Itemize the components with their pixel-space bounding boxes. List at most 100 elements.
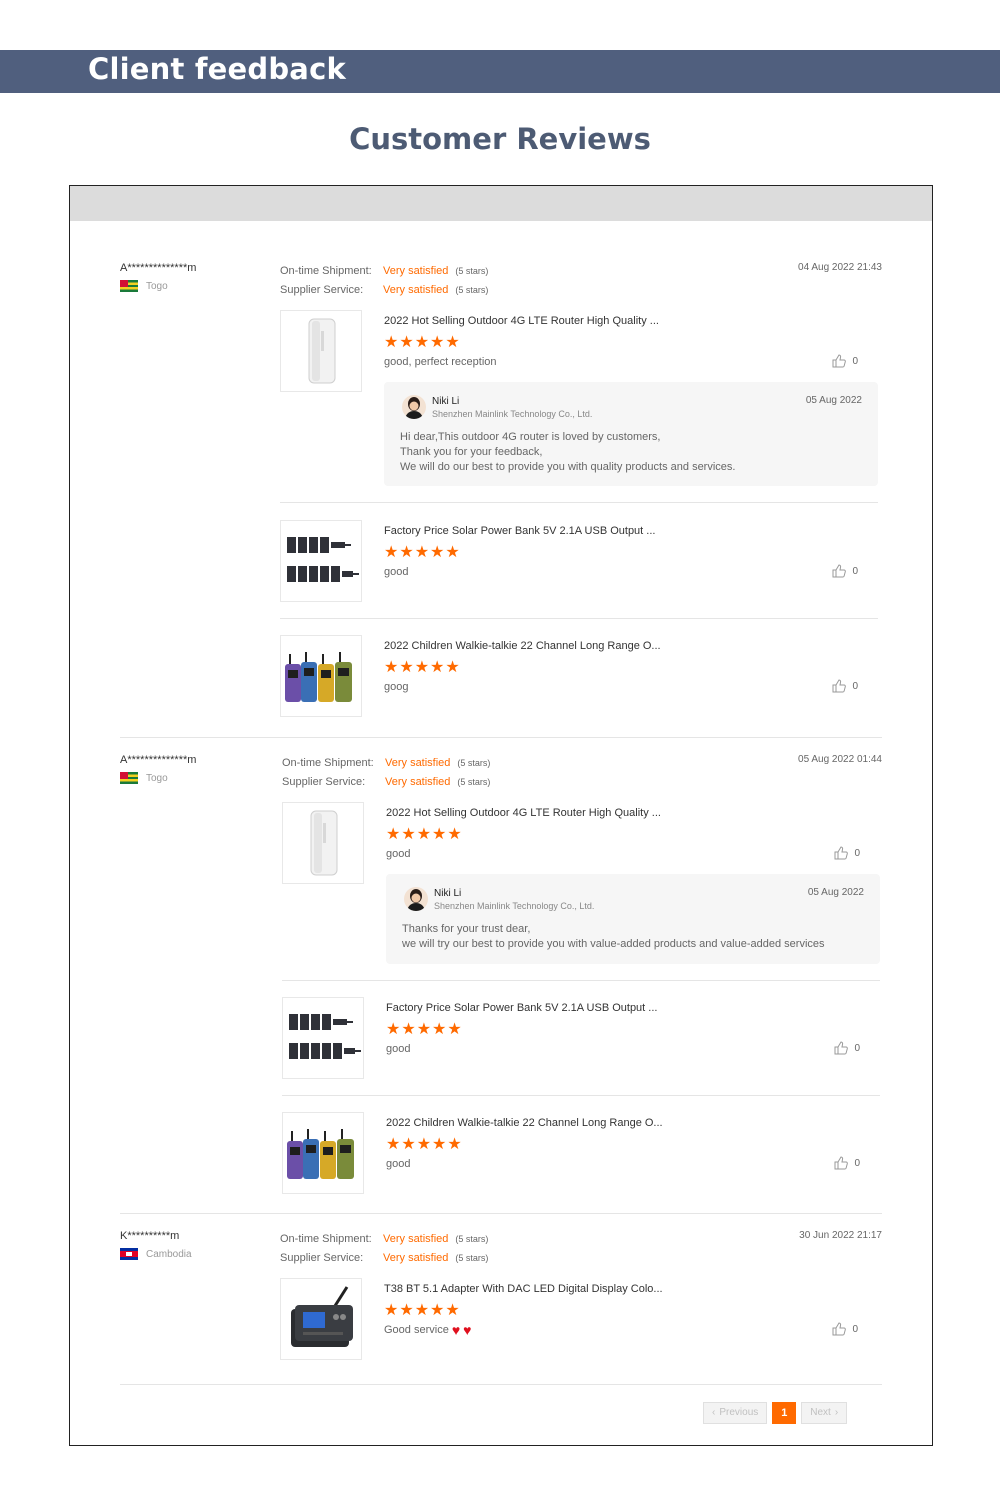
solar-panel-image[interactable] (280, 520, 362, 602)
router-image[interactable] (280, 310, 362, 392)
page-1-button[interactable]: 1 (772, 1402, 797, 1424)
review-divider (120, 1213, 882, 1214)
rating-summary: On-time Shipment: Very satisfied (5 stars)… (280, 262, 488, 300)
reply-line: Thank you for your feedback, (400, 446, 543, 458)
review-item: 2022 Hot Selling Outdoor 4G LTE Router H… (280, 310, 878, 503)
previous-page-button[interactable]: ‹ Previous (703, 1402, 768, 1424)
review-card: A**************m Togo On-time Shipment: V… (120, 262, 882, 742)
thumbs-up-icon (832, 679, 847, 693)
ontime-value: Very satisfied (383, 265, 449, 277)
review-comment: good (386, 1158, 410, 1170)
like-count: 0 (854, 1157, 860, 1169)
like-count: 0 (852, 680, 858, 692)
supplier-value: Very satisfied (383, 1252, 449, 1264)
reply-line: we will try our best to provide you with… (402, 938, 825, 950)
supplier-stars: (5 stars) (455, 285, 489, 295)
ontime-label: On-time Shipment: (280, 1233, 372, 1245)
next-page-button[interactable]: Next › (801, 1402, 848, 1424)
thumbs-up-icon (834, 1156, 849, 1170)
togo-flag-icon (120, 280, 138, 292)
review-divider (120, 1384, 882, 1385)
product-title[interactable]: 2022 Children Walkie-talkie 22 Channel L… (384, 640, 661, 652)
next-label: Next (810, 1407, 831, 1418)
like-button[interactable]: 0 (832, 1322, 858, 1336)
reply-line: We will do our best to provide you with … (400, 461, 736, 473)
walkie-talkie-image[interactable] (282, 1112, 364, 1194)
ontime-label: On-time Shipment: (280, 265, 372, 277)
chevron-left-icon: ‹ (712, 1407, 716, 1418)
buyer-name: K**********m (120, 1230, 180, 1242)
product-title[interactable]: T38 BT 5.1 Adapter With DAC LED Digital … (384, 1283, 663, 1295)
rating-summary: On-time Shipment: Very satisfied (5 stars)… (282, 754, 490, 792)
page-title: Customer Reviews (349, 122, 651, 156)
supplier-label: Supplier Service: (282, 776, 366, 788)
comment-text: good (386, 1158, 411, 1170)
avatar (404, 887, 428, 911)
review-divider (120, 737, 882, 738)
walkie-talkie-image[interactable] (280, 635, 362, 717)
panel-header-bar (70, 186, 932, 221)
supplier-label: Supplier Service: (280, 284, 364, 296)
star-rating: ★★★★★ (386, 1136, 463, 1153)
buyer-name: A**************m (120, 754, 197, 766)
reply-date: 05 Aug 2022 (807, 887, 864, 898)
product-title[interactable]: 2022 Hot Selling Outdoor 4G LTE Router H… (386, 807, 661, 819)
comment-text: good (386, 848, 411, 860)
review-item: 2022 Hot Selling Outdoor 4G LTE Router H… (282, 802, 880, 982)
review-date: 30 Jun 2022 21:17 (799, 1230, 882, 1241)
like-button[interactable]: 0 (832, 564, 858, 578)
ontime-stars: (5 stars) (455, 266, 489, 276)
like-count: 0 (852, 1323, 858, 1335)
product-title[interactable]: Factory Price Solar Power Bank 5V 2.1A U… (384, 525, 655, 537)
like-button[interactable]: 0 (834, 1041, 860, 1055)
like-button[interactable]: 0 (834, 1156, 860, 1170)
router-image[interactable] (282, 802, 364, 884)
buyer-country: Cambodia (120, 1248, 192, 1260)
product-title[interactable]: Factory Price Solar Power Bank 5V 2.1A U… (386, 1002, 657, 1014)
review-comment: goog (384, 681, 408, 693)
reply-line: Thanks for your trust dear, (402, 923, 531, 935)
review-date: 05 Aug 2022 01:44 (798, 754, 882, 765)
thumbs-up-icon (834, 846, 849, 860)
item-divider (282, 980, 880, 981)
item-divider (280, 618, 878, 619)
comment-text: goog (384, 681, 409, 693)
thumbs-up-icon (832, 564, 847, 578)
supplier-reply: Niki Li Shenzhen Mainlink Technology Co.… (386, 874, 880, 964)
reply-company: Shenzhen Mainlink Technology Co., Ltd. (434, 901, 595, 911)
supplier-stars: (5 stars) (457, 777, 491, 787)
ontime-stars: (5 stars) (455, 1234, 489, 1244)
ontime-stars: (5 stars) (457, 758, 491, 768)
country-label: Togo (146, 280, 168, 292)
thumbs-up-icon (834, 1041, 849, 1055)
like-count: 0 (854, 1042, 860, 1054)
solar-panel-image[interactable] (282, 997, 364, 1079)
country-label: Togo (146, 772, 168, 784)
supplier-reply: Niki Li Shenzhen Mainlink Technology Co.… (384, 382, 878, 486)
comment-text: good (384, 566, 409, 578)
review-comment: good, perfect reception (384, 356, 497, 368)
pagination: ‹ Previous 1 Next › (703, 1402, 848, 1424)
review-comment: good (386, 1043, 410, 1055)
product-title[interactable]: 2022 Children Walkie-talkie 22 Channel L… (386, 1117, 663, 1129)
comment-text: Good service (384, 1324, 449, 1336)
reply-text: Thanks for your trust dear, we will try … (402, 922, 825, 952)
like-button[interactable]: 0 (832, 679, 858, 693)
avatar (402, 395, 426, 419)
star-rating: ★★★★★ (384, 544, 461, 561)
thumbs-up-icon (832, 1322, 847, 1336)
like-button[interactable]: 0 (834, 846, 860, 860)
cambodia-flag-icon (120, 1248, 138, 1260)
like-count: 0 (852, 355, 858, 367)
star-rating: ★★★★★ (386, 1021, 463, 1038)
bluetooth-adapter-image[interactable] (280, 1278, 362, 1360)
product-title[interactable]: 2022 Hot Selling Outdoor 4G LTE Router H… (384, 315, 659, 327)
item-divider (280, 502, 878, 503)
thumbs-up-icon (832, 354, 847, 368)
togo-flag-icon (120, 772, 138, 784)
reply-author: Niki Li (432, 396, 460, 407)
reply-company: Shenzhen Mainlink Technology Co., Ltd. (432, 409, 593, 419)
review-item: Factory Price Solar Power Bank 5V 2.1A U… (280, 520, 878, 620)
like-count: 0 (854, 847, 860, 859)
like-button[interactable]: 0 (832, 354, 858, 368)
